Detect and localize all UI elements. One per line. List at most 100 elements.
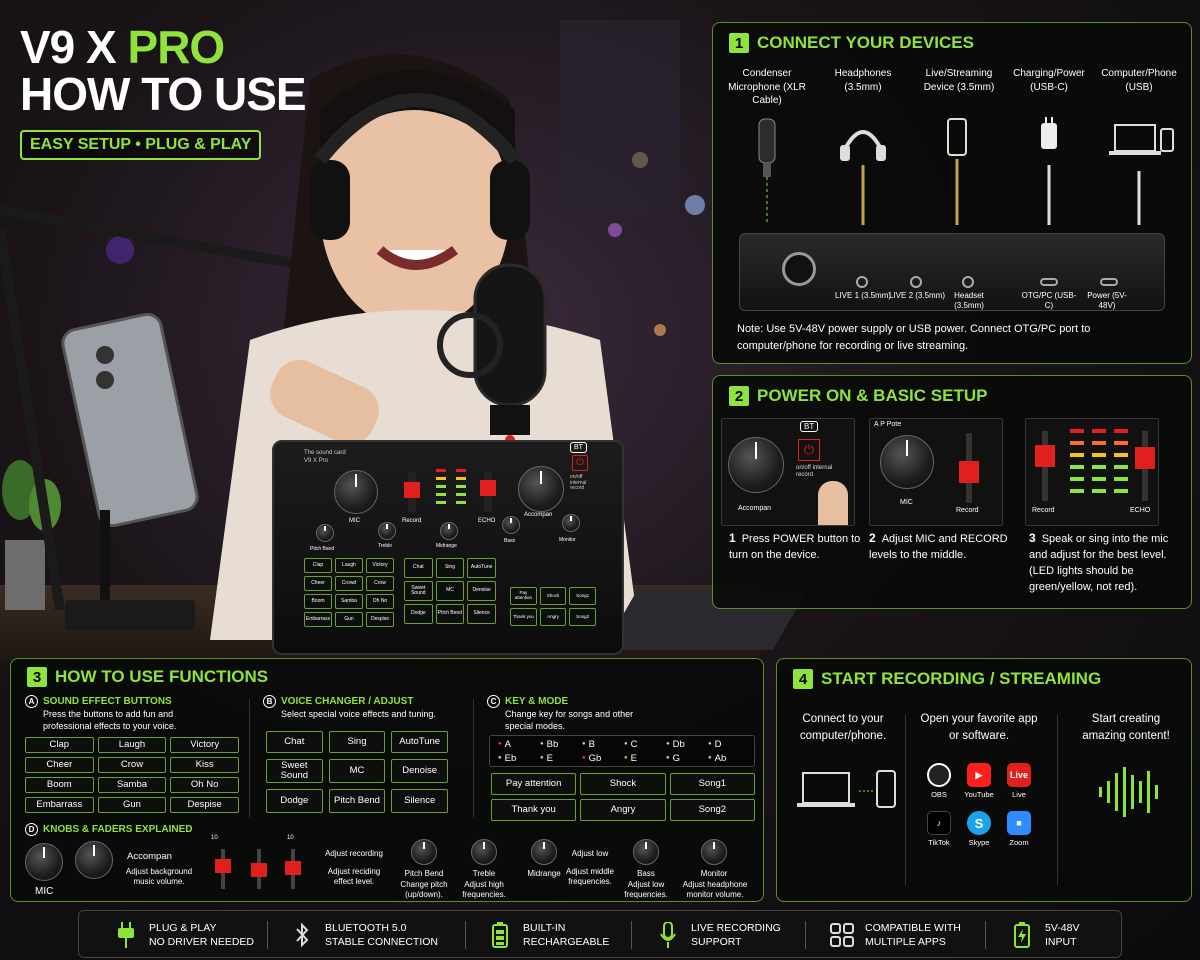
pad[interactable]: MC [435,581,465,601]
voice-button[interactable]: MC [328,759,386,783]
mode-button[interactable]: Thank you [491,799,577,821]
power-button-icon[interactable]: ⏻ [798,439,820,461]
mic-knob[interactable] [334,470,378,514]
power-icon[interactable]: ⏻ [572,455,588,471]
mode-button[interactable]: Song2 [669,799,755,821]
power-bolt-icon [1009,922,1035,948]
pad[interactable]: Gun [335,612,363,627]
connection-note: Note: Use 5V-48V power supply or USB pow… [737,323,1091,352]
treble-knob[interactable] [378,522,396,540]
mode-button[interactable]: Song1 [669,773,755,795]
sfx-button[interactable]: Gun [97,797,167,813]
pad[interactable]: Angry [539,608,567,626]
pad[interactable]: Victory [366,558,394,573]
sfx-button[interactable]: Crow [97,757,167,773]
pad[interactable]: Despise [366,612,394,627]
pad[interactable]: Silence [467,604,496,624]
pad[interactable]: Laugh [335,558,363,573]
key-bb[interactable]: Bb [540,739,582,750]
sfx-button[interactable]: Samba [97,777,167,793]
pad[interactable]: Crowd [335,576,363,591]
sfx-button[interactable]: Victory [170,737,239,753]
pad[interactable]: Chat [404,558,433,578]
voice-button[interactable]: AutoTune [391,731,448,753]
key-db[interactable]: Db [666,739,708,750]
pad[interactable]: Clap [304,558,332,573]
app-obs[interactable]: OBS [919,763,959,799]
pad[interactable]: Embarrass [304,612,332,627]
sfx-button[interactable]: Kiss [170,757,239,773]
sfx-button[interactable]: Clap [25,737,94,753]
voice-button[interactable]: Denoise [391,759,448,783]
voice-button[interactable]: Pitch Bend [328,789,386,813]
sfx-button[interactable]: Embarrass [25,797,94,813]
mode-button[interactable]: Angry [580,799,666,821]
mode-button[interactable]: Pay attention [491,773,577,795]
setup-card-power: Accompan BT ⏻ on/off internal record [721,418,855,526]
app-skype[interactable]: S Skype [959,811,999,847]
voice-button[interactable]: Sweet Sound [266,759,323,783]
pad[interactable]: Song2 [569,608,596,626]
pad[interactable]: Pay attention [510,587,537,605]
pad[interactable]: Crow [366,576,394,591]
app-youtube[interactable]: ▶ YouTube [959,763,999,799]
voice-button[interactable]: Chat [266,731,323,753]
pad[interactable]: Pitch Bend [435,604,465,624]
condenser-mic-icon [758,118,776,177]
accompan-knob[interactable] [518,466,564,512]
divider [465,921,466,949]
feature-compatible: COMPATIBLE WITH MULTIPLE APPS [829,911,961,959]
pad[interactable]: Oh No [366,594,394,609]
pad[interactable]: AutoTune [467,558,496,578]
xlr-port [782,252,816,286]
headphones-icon [840,130,886,161]
echo-fader[interactable] [480,472,496,512]
section-d-title: D KNOBS & FADERS EXPLAINED [25,823,192,836]
key-gb[interactable]: Gb [582,753,624,764]
battery-icon [487,922,513,948]
pad[interactable]: Dodge [404,604,433,624]
pad[interactable]: Sweet Sound [404,581,433,601]
voice-button[interactable]: Sing [328,731,386,753]
sfx-button[interactable]: Cheer [25,757,94,773]
voice-button[interactable]: Dodge [266,789,323,813]
pad[interactable]: Samba [335,594,363,609]
sfx-button[interactable]: Boom [25,777,94,793]
key-e-alt[interactable]: E [624,753,666,764]
pad[interactable]: Denoise [467,581,496,601]
midrange-knob[interactable] [440,522,458,540]
record-fader[interactable] [404,472,420,512]
app-live[interactable]: Live Live [999,763,1039,799]
pad[interactable]: Thank you [510,608,537,626]
key-g[interactable]: G [666,753,708,764]
mode-button[interactable]: Shock [580,773,666,795]
sfx-button[interactable]: Despise [170,797,239,813]
mic-label: MIC [35,886,54,897]
pitch-bend-name: Pitch Bend [404,869,444,878]
app-zoom[interactable]: ■ Zoom [999,811,1039,847]
sfx-button[interactable]: Laugh [97,737,167,753]
key-e[interactable]: E [540,753,582,764]
voice-button[interactable]: Silence [391,789,448,813]
treble-name: Treble [472,869,496,878]
monitor-knob[interactable] [562,514,580,532]
key-b[interactable]: B [582,739,624,750]
key-a[interactable]: A [498,739,540,750]
app-tiktok[interactable]: ♪ TikTok [919,811,959,847]
key-eb[interactable]: Eb [498,753,540,764]
pad[interactable]: Cheer [304,576,332,591]
mode-buttons: Pay attention Shock Song1 Thank you Angr… [491,773,755,821]
sfx-button[interactable]: Oh No [170,777,239,793]
adjust-effect-label: Adjust reciding effect level. [327,867,381,887]
key-ab[interactable]: Ab [708,753,750,764]
key-d[interactable]: D [708,739,750,750]
pad[interactable]: Shock [539,587,567,605]
pad[interactable]: Sing [435,558,465,578]
pad[interactable]: Song1 [569,587,596,605]
key-c[interactable]: C [624,739,666,750]
echo-fader-meter [1135,431,1155,501]
step1-header: 1 CONNECT YOUR DEVICES [729,33,974,53]
pad[interactable]: Boom [304,594,332,609]
bass-knob[interactable] [502,516,520,534]
pitch-band-knob[interactable] [316,524,334,542]
